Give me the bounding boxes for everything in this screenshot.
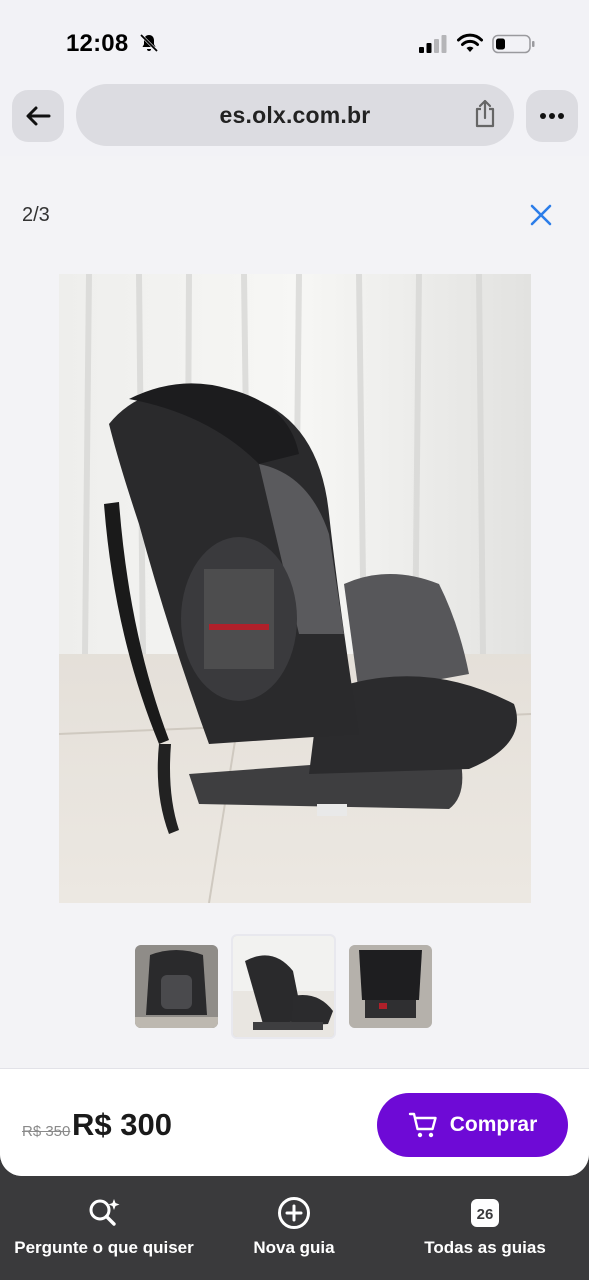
ellipsis-icon xyxy=(540,113,564,119)
share-icon[interactable] xyxy=(472,99,498,129)
thumbnail-2[interactable] xyxy=(231,934,336,1039)
ask-anything-button[interactable]: Pergunte o que quiser xyxy=(14,1196,194,1258)
current-price: R$ 300 xyxy=(72,1107,172,1142)
back-button[interactable] xyxy=(12,90,64,142)
tabs-count-icon: 26 xyxy=(471,1199,499,1227)
wifi-icon xyxy=(457,33,483,52)
buy-button[interactable]: Comprar xyxy=(377,1093,568,1157)
arrow-left-icon xyxy=(26,106,51,126)
price-bar: R$ 350 R$ 300 Comprar xyxy=(0,1068,589,1176)
product-photo[interactable] xyxy=(59,274,531,903)
old-price: R$ 350 xyxy=(22,1123,71,1140)
url-text: es.olx.com.br xyxy=(219,101,371,128)
tab-count: 26 xyxy=(477,1206,494,1223)
new-tab-label: Nova guia xyxy=(253,1238,335,1257)
browser-toolbar: Pergunte o que quiser Nova guia 26 Todas… xyxy=(0,1176,589,1280)
cart-icon xyxy=(408,1112,437,1138)
image-counter: 2/3 xyxy=(22,204,50,226)
plus-circle-icon xyxy=(278,1197,310,1229)
thumbnail-1-image xyxy=(135,945,218,1028)
thumbnail-1[interactable] xyxy=(135,945,218,1028)
browser-screen: 12:08 es.olx.com.br 2/3 R$ 350 R$ 300 Co… xyxy=(0,0,589,1176)
thumbnail-strip xyxy=(0,932,589,1042)
buy-button-label: Comprar xyxy=(449,1113,538,1136)
new-tab-button[interactable]: Nova guia xyxy=(244,1196,344,1258)
address-bar[interactable]: es.olx.com.br xyxy=(76,84,514,146)
bell-muted-icon xyxy=(139,33,159,53)
search-sparkle-icon xyxy=(89,1199,120,1226)
ask-anything-label: Pergunte o que quiser xyxy=(14,1238,194,1257)
all-tabs-button[interactable]: 26 Todas as guias xyxy=(418,1196,552,1258)
more-options-button[interactable] xyxy=(526,90,578,142)
thumbnail-3[interactable] xyxy=(349,945,432,1028)
address-bar-row: es.olx.com.br xyxy=(0,80,589,156)
battery-icon xyxy=(492,34,535,54)
image-gallery: 2/3 xyxy=(0,156,589,1068)
status-bar: 12:08 xyxy=(0,0,589,80)
thumbnail-3-image xyxy=(349,945,432,1028)
all-tabs-label: Todas as guias xyxy=(424,1238,546,1257)
close-icon[interactable] xyxy=(528,202,554,228)
status-time: 12:08 xyxy=(66,30,129,57)
thumbnail-2-image xyxy=(233,936,334,1037)
cellular-signal-icon xyxy=(419,35,447,53)
